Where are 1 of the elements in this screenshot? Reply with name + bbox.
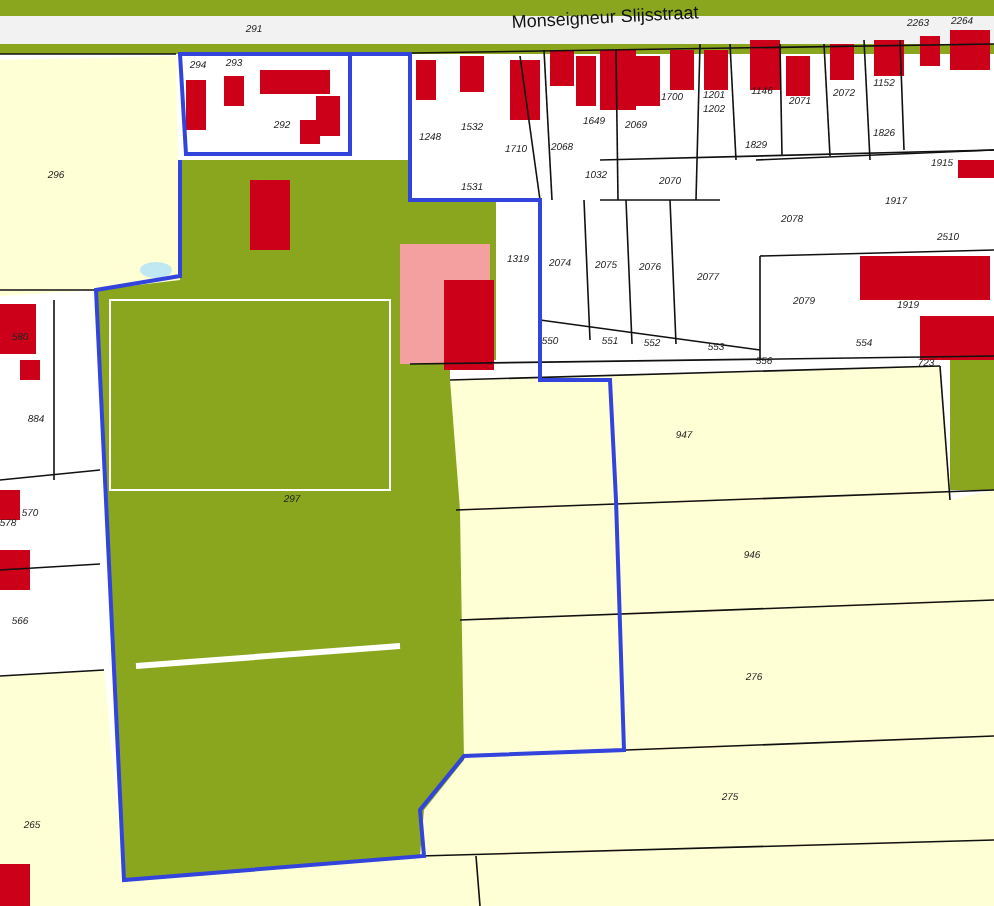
street-name: Monseigneur Slijsstraat [511, 2, 700, 32]
